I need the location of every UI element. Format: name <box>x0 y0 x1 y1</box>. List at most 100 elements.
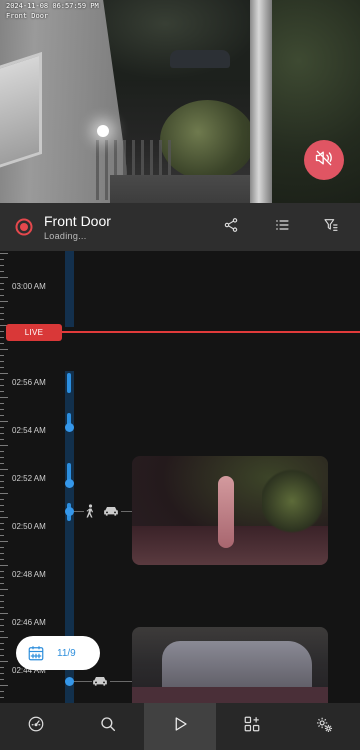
ruler-tick <box>0 355 4 356</box>
ruler-tick <box>0 343 4 344</box>
ruler-tick <box>0 463 4 464</box>
ruler-tick <box>0 637 8 638</box>
ruler-tick <box>0 271 4 272</box>
ruler-tick <box>0 559 4 560</box>
ruler-tick <box>0 289 4 290</box>
camera-feed[interactable]: 2024-11-08 06:57:59 PM Front Door <box>0 0 360 203</box>
nav-add-widget[interactable] <box>216 703 288 750</box>
calendar-icon <box>27 644 45 662</box>
ruler-tick <box>0 349 8 350</box>
event-marker[interactable] <box>64 677 74 686</box>
ruler-tick <box>0 601 4 602</box>
camera-status: Loading... <box>44 231 87 241</box>
feed-pillar <box>250 0 272 203</box>
event-marker[interactable] <box>64 423 74 432</box>
ruler-tick <box>0 319 4 320</box>
person-icon <box>82 504 98 518</box>
ruler-tick <box>0 649 4 650</box>
nav-settings[interactable] <box>288 703 360 750</box>
feed-window <box>0 51 42 171</box>
ruler-tick <box>0 505 4 506</box>
event-thumbnail[interactable] <box>132 456 328 565</box>
ruler-tick <box>0 451 4 452</box>
ruler-tick <box>0 415 4 416</box>
ruler-tick <box>0 385 4 386</box>
selected-date: 11/9 <box>57 647 76 659</box>
ruler-tick <box>0 487 4 488</box>
ruler-tick <box>0 655 4 656</box>
recording-track-upper <box>65 251 74 327</box>
ruler-tick <box>0 481 4 482</box>
date-picker-button[interactable]: 11/9 <box>16 636 100 670</box>
event-connector <box>110 681 132 682</box>
ruler-tick <box>0 361 4 362</box>
vehicle-icon <box>92 674 108 688</box>
ruler-tick <box>0 511 4 512</box>
ruler-tick <box>0 685 8 686</box>
ruler-tick <box>0 589 8 590</box>
time-label: 02:52 AM <box>12 474 46 483</box>
feed-timestamp: 2024-11-08 06:57:59 PM <box>6 2 99 10</box>
ruler-tick <box>0 493 8 494</box>
list-icon <box>274 217 290 238</box>
ruler-tick <box>0 253 8 254</box>
ruler-tick <box>0 277 8 278</box>
ruler-tick <box>0 583 4 584</box>
time-label: 02:50 AM <box>12 522 46 531</box>
live-button[interactable]: LIVE <box>6 324 62 341</box>
ruler-tick <box>0 283 4 284</box>
camera-title: Front Door <box>44 213 111 229</box>
event-marker[interactable] <box>64 479 74 488</box>
dashboard-icon <box>27 715 45 738</box>
ruler-tick <box>0 265 4 266</box>
ruler-tick <box>0 595 4 596</box>
ruler-tick <box>0 469 8 470</box>
ruler-tick <box>0 409 4 410</box>
ruler-tick <box>0 397 8 398</box>
ruler-tick <box>0 427 4 428</box>
nav-playback[interactable] <box>144 703 216 750</box>
live-indicator-line <box>40 331 360 333</box>
ruler-tick <box>0 337 4 338</box>
share-button[interactable] <box>220 216 242 238</box>
recording-segment[interactable] <box>67 373 71 393</box>
ruler-tick <box>0 571 4 572</box>
event-thumbnail[interactable] <box>132 627 328 703</box>
ruler-tick <box>0 619 4 620</box>
thumbnail-person <box>218 476 234 548</box>
ruler-tick <box>0 301 8 302</box>
ruler-tick <box>0 679 4 680</box>
ruler-tick <box>0 553 4 554</box>
filter-icon <box>323 217 339 238</box>
ruler-tick <box>0 673 4 674</box>
nav-search[interactable] <box>72 703 144 750</box>
event-connector <box>74 681 92 682</box>
ruler-tick <box>0 547 4 548</box>
ruler-tick <box>0 541 8 542</box>
vehicle-icon <box>103 504 119 518</box>
ruler-tick <box>0 403 4 404</box>
ruler-tick <box>0 607 4 608</box>
ruler-tick <box>0 523 4 524</box>
event-list-button[interactable] <box>271 216 293 238</box>
time-ruler <box>0 251 8 703</box>
time-label: 02:54 AM <box>12 426 46 435</box>
filter-button[interactable] <box>320 216 342 238</box>
ruler-tick <box>0 367 4 368</box>
ruler-tick <box>0 499 4 500</box>
ruler-tick <box>0 331 4 332</box>
mute-button[interactable] <box>304 140 344 180</box>
timeline[interactable]: 03:00 AM 02:56 AM 02:54 AM 02:52 AM 02:5… <box>0 251 360 703</box>
nav-dashboard[interactable] <box>0 703 72 750</box>
event-marker-selected[interactable] <box>64 507 74 516</box>
ruler-tick <box>0 517 8 518</box>
feed-camera-label: Front Door <box>6 12 49 20</box>
settings-icon <box>315 715 334 739</box>
ruler-tick <box>0 421 8 422</box>
time-label: 02:48 AM <box>12 570 46 579</box>
ruler-tick <box>0 631 4 632</box>
ruler-tick <box>0 565 8 566</box>
ruler-tick <box>0 379 4 380</box>
ruler-tick <box>0 529 4 530</box>
time-label: 02:56 AM <box>12 378 46 387</box>
